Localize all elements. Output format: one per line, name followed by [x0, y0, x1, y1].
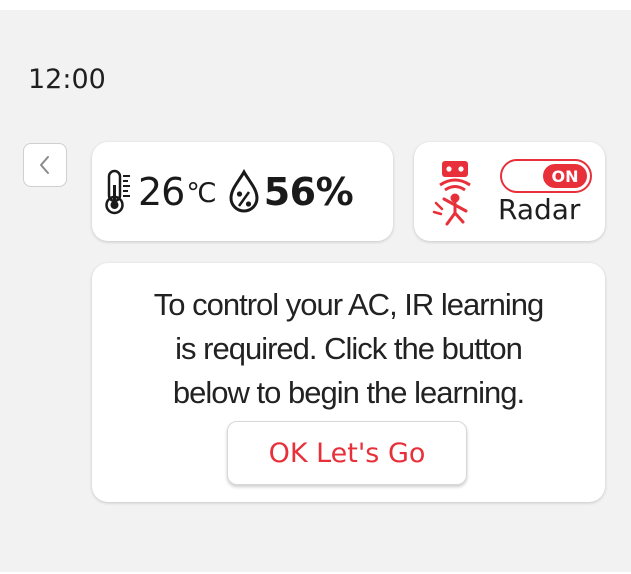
thermometer-icon — [105, 169, 130, 214]
temperature-unit: ℃ — [186, 178, 217, 209]
back-button[interactable] — [23, 143, 67, 187]
message-line: is required. Click the button — [175, 331, 523, 366]
status-time: 12:00 — [28, 64, 106, 95]
radar-person-icon — [432, 161, 471, 226]
environment-card: 26 ℃ 56% — [92, 142, 393, 241]
chevron-left-icon — [40, 156, 49, 174]
humidity-drop-icon — [229, 168, 259, 212]
start-learning-button[interactable]: OK Let's Go — [227, 421, 467, 485]
ir-learning-message: To control your AC, IR learning is requi… — [92, 283, 605, 415]
temperature-value: 26 — [138, 169, 185, 214]
radar-label: Radar — [498, 193, 581, 226]
message-line: To control your AC, IR learning — [153, 287, 544, 322]
humidity-value: 56% — [263, 169, 354, 214]
radar-toggle-state: ON — [543, 164, 587, 188]
ir-learning-card: To control your AC, IR learning is requi… — [92, 263, 605, 502]
radar-toggle[interactable]: ON — [500, 159, 592, 193]
message-line: below to begin the learning. — [172, 375, 525, 410]
